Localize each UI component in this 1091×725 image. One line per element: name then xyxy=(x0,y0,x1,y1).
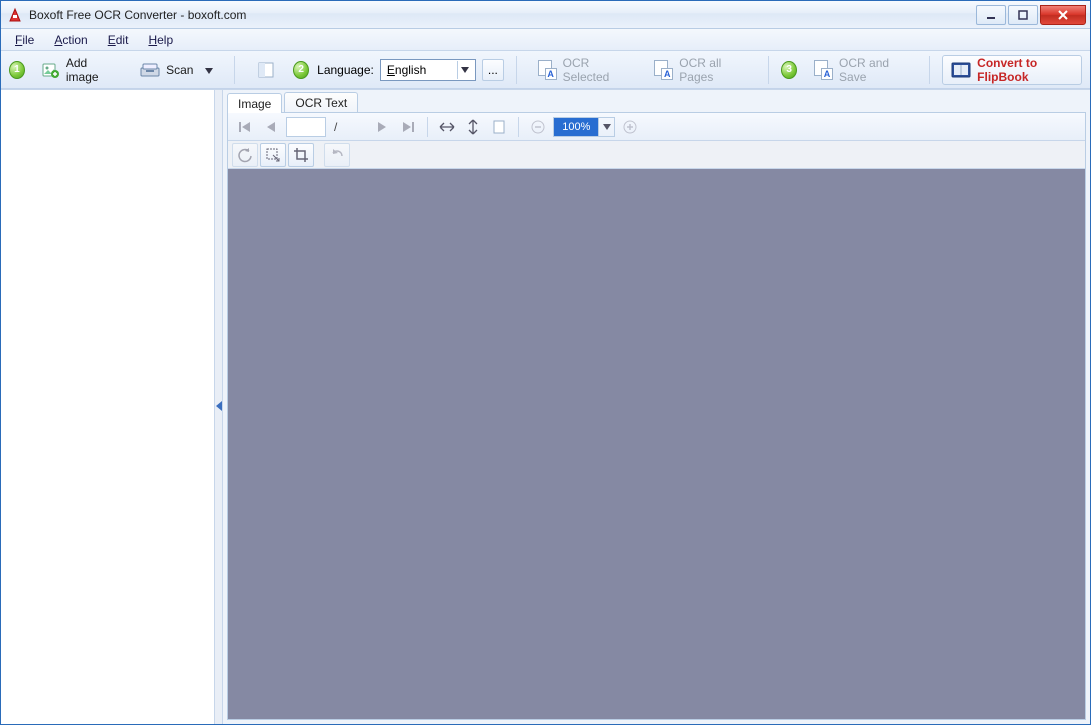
maximize-button[interactable] xyxy=(1008,5,1038,25)
ocr-selected-icon: A xyxy=(538,60,557,80)
rotate-ccw-button[interactable] xyxy=(232,143,258,167)
tabs: Image OCR Text xyxy=(223,90,1090,112)
toolbar-separator xyxy=(516,56,517,84)
page-navbar: / xyxy=(228,113,1085,141)
scan-label: Scan xyxy=(166,63,193,77)
zoom-out-button[interactable] xyxy=(527,116,549,138)
menu-help[interactable]: Help xyxy=(138,31,183,49)
titlebar: Boxoft Free OCR Converter - boxoft.com xyxy=(1,1,1090,29)
image-tools-row xyxy=(228,141,1085,169)
convert-to-flipbook-button[interactable]: Convert to FlipBook xyxy=(942,55,1082,85)
toolbar-separator xyxy=(768,56,769,84)
nav-separator xyxy=(427,117,428,137)
next-page-button[interactable] xyxy=(371,116,393,138)
prev-page-button[interactable] xyxy=(260,116,282,138)
zoom-in-button[interactable] xyxy=(619,116,641,138)
toolbar-separator xyxy=(234,56,235,84)
splitter-handle[interactable] xyxy=(215,90,223,724)
chevron-down-icon xyxy=(457,61,473,79)
menubar: File Action Edit Help xyxy=(1,29,1090,51)
right-pane: Image OCR Text / xyxy=(223,90,1090,724)
scanner-icon xyxy=(140,60,160,80)
ocr-all-pages-button[interactable]: A OCR all Pages xyxy=(645,56,756,84)
menu-file[interactable]: File xyxy=(5,31,44,49)
language-more-button[interactable]: ... xyxy=(482,59,504,81)
zoom-value: 100% xyxy=(554,118,598,136)
first-page-button[interactable] xyxy=(234,116,256,138)
ocr-save-icon: A xyxy=(814,60,833,80)
nav-separator xyxy=(518,117,519,137)
select-region-button[interactable] xyxy=(247,56,285,84)
tab-image[interactable]: Image xyxy=(227,93,282,113)
crop-button[interactable] xyxy=(288,143,314,167)
toolbar-separator xyxy=(929,56,930,84)
menu-action[interactable]: Action xyxy=(44,31,97,49)
language-group: Language: English ... xyxy=(317,59,504,81)
ellipsis-label: ... xyxy=(488,63,498,77)
fit-width-button[interactable] xyxy=(436,116,458,138)
step3-badge: 3 xyxy=(781,61,797,79)
thumbnail-list[interactable] xyxy=(1,90,215,724)
zoom-select[interactable]: 100% xyxy=(553,117,615,137)
ocr-save-label: OCR and Save xyxy=(839,56,908,84)
undo-button[interactable] xyxy=(324,143,350,167)
chevron-left-icon xyxy=(216,400,222,414)
add-image-label: Add image xyxy=(66,56,114,84)
scan-button[interactable]: Scan xyxy=(131,56,222,84)
tab-ocr-text[interactable]: OCR Text xyxy=(284,92,358,112)
image-canvas[interactable] xyxy=(228,169,1085,719)
minimize-button[interactable] xyxy=(976,5,1006,25)
step1-badge: 1 xyxy=(9,61,25,79)
last-page-button[interactable] xyxy=(397,116,419,138)
select-region-icon xyxy=(256,60,276,80)
window-title: Boxoft Free OCR Converter - boxoft.com xyxy=(29,8,246,22)
ocr-all-label: OCR all Pages xyxy=(679,56,747,84)
fit-height-button[interactable] xyxy=(462,116,484,138)
ocr-selected-button[interactable]: A OCR Selected xyxy=(529,56,638,84)
fit-page-button[interactable] xyxy=(488,116,510,138)
tab-ocr-text-label: OCR Text xyxy=(295,96,347,110)
step2-badge: 2 xyxy=(293,61,309,79)
close-button[interactable] xyxy=(1040,5,1086,25)
convert-flipbook-label: Convert to FlipBook xyxy=(977,56,1073,84)
content-area: Image OCR Text / xyxy=(1,89,1090,724)
menu-edit[interactable]: Edit xyxy=(98,31,139,49)
app-icon xyxy=(7,7,23,23)
page-number-input[interactable] xyxy=(286,117,326,137)
tab-image-label: Image xyxy=(238,97,271,111)
app-window: Boxoft Free OCR Converter - boxoft.com F… xyxy=(0,0,1091,725)
ocr-and-save-button[interactable]: A OCR and Save xyxy=(805,56,917,84)
page-slash: / xyxy=(330,120,343,134)
add-image-icon xyxy=(42,60,60,80)
scan-dropdown-caret xyxy=(205,63,213,77)
flipbook-icon xyxy=(951,60,971,80)
main-toolbar: 1 Add image Scan xyxy=(1,51,1090,89)
ocr-all-icon: A xyxy=(654,60,673,80)
add-image-button[interactable]: Add image xyxy=(33,56,123,84)
chevron-down-icon xyxy=(598,118,614,136)
language-select[interactable]: English xyxy=(380,59,476,81)
window-controls xyxy=(974,5,1086,25)
language-label: Language: xyxy=(317,63,374,77)
tab-panel: / xyxy=(227,112,1086,720)
select-tool-button[interactable] xyxy=(260,143,286,167)
ocr-selected-label: OCR Selected xyxy=(563,56,629,84)
